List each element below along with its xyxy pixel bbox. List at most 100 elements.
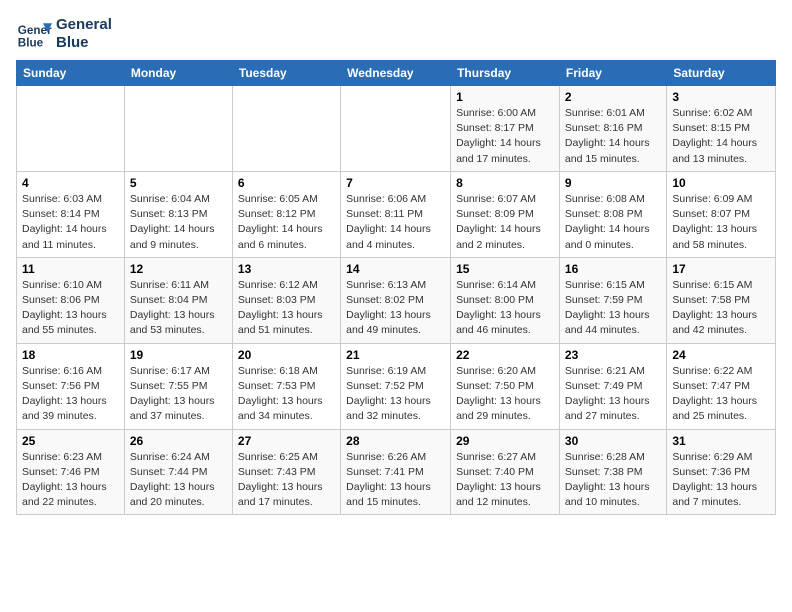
day-number: 26: [130, 434, 227, 448]
day-number: 11: [22, 262, 119, 276]
logo-general: General: [56, 16, 112, 34]
day-number: 28: [346, 434, 445, 448]
calendar-cell: 14 Sunrise: 6:13 AM Sunset: 8:02 PM Dayli…: [341, 257, 451, 343]
weekday-header-thursday: Thursday: [451, 61, 560, 86]
calendar-cell: [17, 86, 125, 172]
calendar-cell: 15Sunrise: 6:14 AM Sunset: 8:00 PM Dayli…: [451, 257, 560, 343]
day-info: Sunrise: 6:12 AM Sunset: 8:03 PM Dayligh…: [238, 278, 335, 339]
day-number: 10: [672, 176, 770, 190]
day-info: Sunrise: 6:09 AM Sunset: 8:07 PM Dayligh…: [672, 192, 770, 253]
calendar-cell: [341, 86, 451, 172]
day-info: Sunrise: 6:21 AM Sunset: 7:49 PM Dayligh…: [565, 364, 661, 425]
calendar-week-row: 25 Sunrise: 6:23 AM Sunset: 7:46 PM Dayli…: [17, 429, 776, 515]
day-number: 13: [238, 262, 335, 276]
day-number: 9: [565, 176, 661, 190]
calendar-cell: 7 Sunrise: 6:06 AM Sunset: 8:11 PM Daylig…: [341, 171, 451, 257]
day-info: Sunrise: 6:28 AM Sunset: 7:38 PM Dayligh…: [565, 450, 661, 511]
calendar-cell: 11 Sunrise: 6:10 AM Sunset: 8:06 PM Dayli…: [17, 257, 125, 343]
day-info: Sunrise: 6:24 AM Sunset: 7:44 PM Dayligh…: [130, 450, 227, 511]
calendar-week-row: 11 Sunrise: 6:10 AM Sunset: 8:06 PM Dayli…: [17, 257, 776, 343]
weekday-header-wednesday: Wednesday: [341, 61, 451, 86]
day-number: 12: [130, 262, 227, 276]
day-number: 5: [130, 176, 227, 190]
day-info: Sunrise: 6:19 AM Sunset: 7:52 PM Dayligh…: [346, 364, 445, 425]
day-info: Sunrise: 6:22 AM Sunset: 7:47 PM Dayligh…: [672, 364, 770, 425]
logo-blue: Blue: [56, 34, 112, 52]
day-info: Sunrise: 6:07 AM Sunset: 8:09 PM Dayligh…: [456, 192, 554, 253]
day-number: 2: [565, 90, 661, 104]
weekday-header-saturday: Saturday: [667, 61, 776, 86]
calendar-cell: 23 Sunrise: 6:21 AM Sunset: 7:49 PM Dayli…: [559, 343, 666, 429]
day-number: 20: [238, 348, 335, 362]
calendar-week-row: 18 Sunrise: 6:16 AM Sunset: 7:56 PM Dayli…: [17, 343, 776, 429]
calendar-cell: 29Sunrise: 6:27 AM Sunset: 7:40 PM Dayli…: [451, 429, 560, 515]
day-info: Sunrise: 6:11 AM Sunset: 8:04 PM Dayligh…: [130, 278, 227, 339]
day-info: Sunrise: 6:01 AM Sunset: 8:16 PM Dayligh…: [565, 106, 661, 167]
calendar-cell: 19Sunrise: 6:17 AM Sunset: 7:55 PM Dayli…: [124, 343, 232, 429]
day-number: 18: [22, 348, 119, 362]
day-info: Sunrise: 6:15 AM Sunset: 7:59 PM Dayligh…: [565, 278, 661, 339]
calendar-cell: [232, 86, 340, 172]
day-info: Sunrise: 6:06 AM Sunset: 8:11 PM Dayligh…: [346, 192, 445, 253]
day-number: 23: [565, 348, 661, 362]
day-number: 25: [22, 434, 119, 448]
day-number: 3: [672, 90, 770, 104]
logo: General Blue General Blue: [16, 16, 112, 52]
day-info: Sunrise: 6:13 AM Sunset: 8:02 PM Dayligh…: [346, 278, 445, 339]
day-number: 27: [238, 434, 335, 448]
day-number: 24: [672, 348, 770, 362]
day-number: 8: [456, 176, 554, 190]
calendar-cell: 4 Sunrise: 6:03 AM Sunset: 8:14 PM Daylig…: [17, 171, 125, 257]
calendar-cell: 31Sunrise: 6:29 AM Sunset: 7:36 PM Dayli…: [667, 429, 776, 515]
day-number: 7: [346, 176, 445, 190]
day-info: Sunrise: 6:17 AM Sunset: 7:55 PM Dayligh…: [130, 364, 227, 425]
day-info: Sunrise: 6:14 AM Sunset: 8:00 PM Dayligh…: [456, 278, 554, 339]
calendar-cell: 17 Sunrise: 6:15 AM Sunset: 7:58 PM Dayli…: [667, 257, 776, 343]
calendar-cell: 18 Sunrise: 6:16 AM Sunset: 7:56 PM Dayli…: [17, 343, 125, 429]
calendar-cell: 1Sunrise: 6:00 AM Sunset: 8:17 PM Daylig…: [451, 86, 560, 172]
calendar-cell: 12 Sunrise: 6:11 AM Sunset: 8:04 PM Dayli…: [124, 257, 232, 343]
calendar-cell: 24 Sunrise: 6:22 AM Sunset: 7:47 PM Dayli…: [667, 343, 776, 429]
day-info: Sunrise: 6:20 AM Sunset: 7:50 PM Dayligh…: [456, 364, 554, 425]
calendar-cell: 2 Sunrise: 6:01 AM Sunset: 8:16 PM Daylig…: [559, 86, 666, 172]
calendar-cell: 22 Sunrise: 6:20 AM Sunset: 7:50 PM Dayli…: [451, 343, 560, 429]
calendar-cell: 9Sunrise: 6:08 AM Sunset: 8:08 PM Daylig…: [559, 171, 666, 257]
calendar-cell: 25 Sunrise: 6:23 AM Sunset: 7:46 PM Dayli…: [17, 429, 125, 515]
day-number: 22: [456, 348, 554, 362]
day-info: Sunrise: 6:04 AM Sunset: 8:13 PM Dayligh…: [130, 192, 227, 253]
calendar-cell: [124, 86, 232, 172]
svg-text:Blue: Blue: [18, 37, 44, 50]
weekday-header-friday: Friday: [559, 61, 666, 86]
calendar-cell: 5 Sunrise: 6:04 AM Sunset: 8:13 PM Daylig…: [124, 171, 232, 257]
day-info: Sunrise: 6:25 AM Sunset: 7:43 PM Dayligh…: [238, 450, 335, 511]
calendar-cell: 16Sunrise: 6:15 AM Sunset: 7:59 PM Dayli…: [559, 257, 666, 343]
calendar-cell: 26 Sunrise: 6:24 AM Sunset: 7:44 PM Dayli…: [124, 429, 232, 515]
day-number: 29: [456, 434, 554, 448]
day-number: 17: [672, 262, 770, 276]
weekday-header-sunday: Sunday: [17, 61, 125, 86]
day-info: Sunrise: 6:15 AM Sunset: 7:58 PM Dayligh…: [672, 278, 770, 339]
calendar-cell: 6Sunrise: 6:05 AM Sunset: 8:12 PM Daylig…: [232, 171, 340, 257]
day-info: Sunrise: 6:16 AM Sunset: 7:56 PM Dayligh…: [22, 364, 119, 425]
day-info: Sunrise: 6:10 AM Sunset: 8:06 PM Dayligh…: [22, 278, 119, 339]
calendar-cell: 21Sunrise: 6:19 AM Sunset: 7:52 PM Dayli…: [341, 343, 451, 429]
calendar-cell: 20 Sunrise: 6:18 AM Sunset: 7:53 PM Dayli…: [232, 343, 340, 429]
day-number: 30: [565, 434, 661, 448]
calendar-table: SundayMondayTuesdayWednesdayThursdayFrid…: [16, 60, 776, 515]
calendar-cell: 10 Sunrise: 6:09 AM Sunset: 8:07 PM Dayli…: [667, 171, 776, 257]
logo-icon: General Blue: [16, 16, 52, 52]
day-info: Sunrise: 6:23 AM Sunset: 7:46 PM Dayligh…: [22, 450, 119, 511]
page-header: General Blue General Blue: [16, 16, 776, 52]
calendar-cell: 30 Sunrise: 6:28 AM Sunset: 7:38 PM Dayli…: [559, 429, 666, 515]
calendar-cell: 27 Sunrise: 6:25 AM Sunset: 7:43 PM Dayli…: [232, 429, 340, 515]
day-info: Sunrise: 6:18 AM Sunset: 7:53 PM Dayligh…: [238, 364, 335, 425]
day-number: 4: [22, 176, 119, 190]
weekday-header-monday: Monday: [124, 61, 232, 86]
day-info: Sunrise: 6:05 AM Sunset: 8:12 PM Dayligh…: [238, 192, 335, 253]
day-number: 14: [346, 262, 445, 276]
calendar-week-row: 1Sunrise: 6:00 AM Sunset: 8:17 PM Daylig…: [17, 86, 776, 172]
calendar-cell: 28Sunrise: 6:26 AM Sunset: 7:41 PM Dayli…: [341, 429, 451, 515]
day-info: Sunrise: 6:29 AM Sunset: 7:36 PM Dayligh…: [672, 450, 770, 511]
day-info: Sunrise: 6:03 AM Sunset: 8:14 PM Dayligh…: [22, 192, 119, 253]
weekday-header-tuesday: Tuesday: [232, 61, 340, 86]
